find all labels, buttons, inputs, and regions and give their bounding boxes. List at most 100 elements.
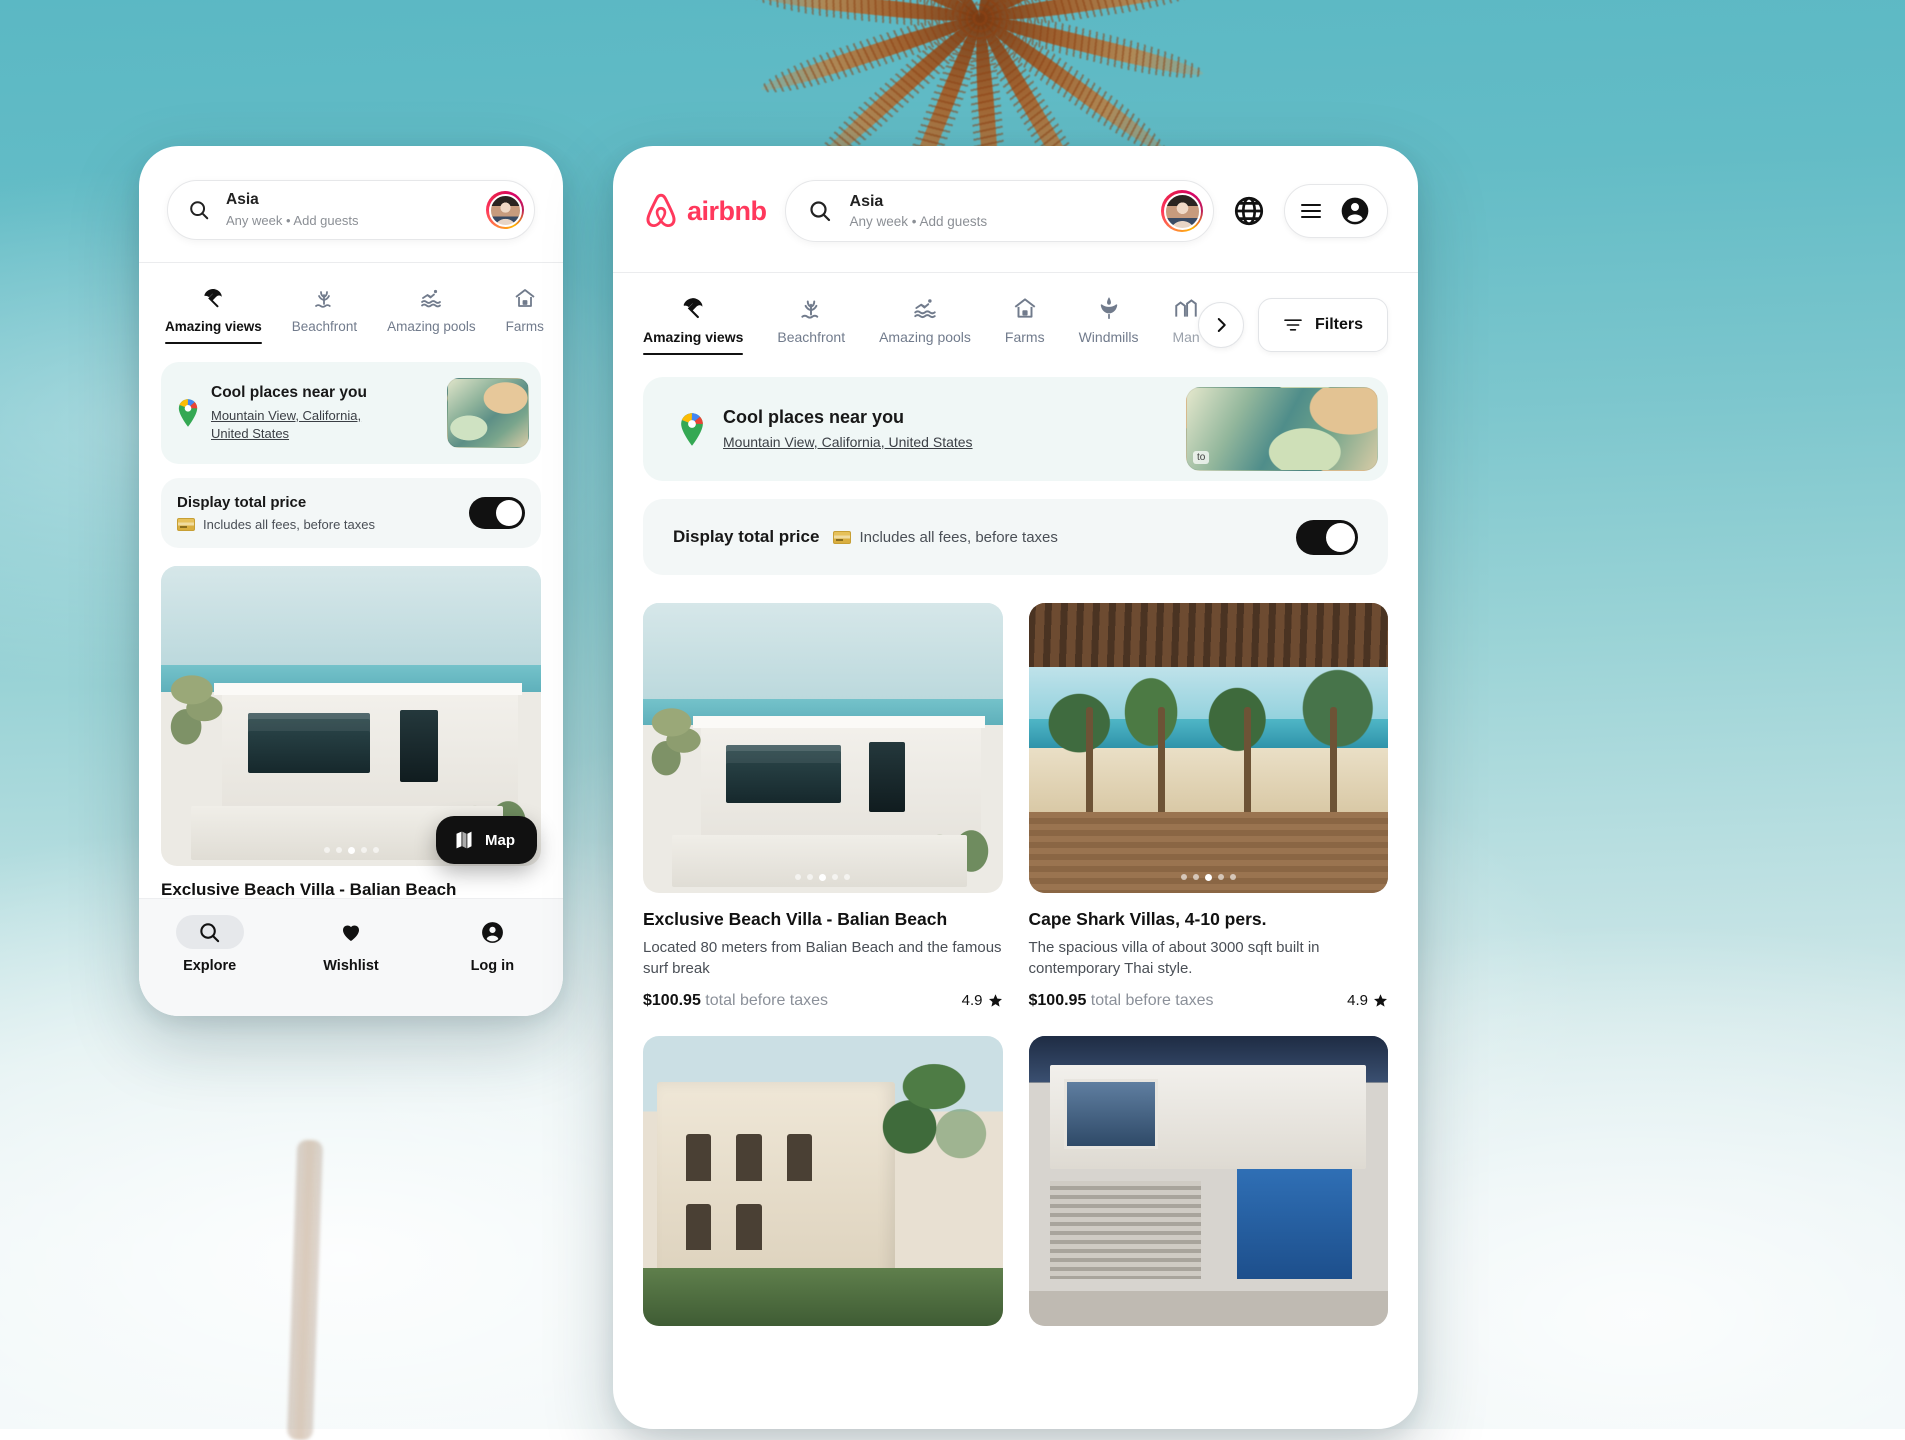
cool-places-location[interactable]: Mountain View, California, United States — [723, 433, 1168, 452]
category-tab-amazing-views[interactable]: Amazing views — [165, 285, 262, 344]
next-categories-button[interactable] — [1198, 302, 1244, 348]
display-total-price-card: Display total price Includes all fees, b… — [643, 499, 1388, 575]
listing-card[interactable] — [1029, 1036, 1389, 1326]
category-tab-beachfront[interactable]: Beachfront — [292, 285, 357, 344]
hamburger-icon — [1301, 204, 1321, 218]
listing-title: Exclusive Beach Villa - Balian Beach — [643, 909, 1003, 930]
listing-footer: $100.95 total before taxes 4.9 — [643, 992, 1003, 1010]
desktop-header: airbnb Asia Any week • Add guests — [613, 146, 1418, 272]
mobile-search-bar[interactable]: Asia Any week • Add guests — [167, 180, 535, 240]
globe-icon[interactable] — [1232, 194, 1266, 228]
listing-price: $100.95 total before taxes — [643, 992, 828, 1010]
category-tab-mansions[interactable]: Man — [1172, 295, 1199, 355]
display-total-price-toggle[interactable] — [1296, 520, 1358, 555]
credit-card-icon — [177, 518, 195, 531]
photo-carousel-dots[interactable] — [643, 874, 1003, 881]
search-icon — [176, 915, 244, 949]
star-icon — [988, 993, 1003, 1008]
display-total-price-note: Includes all fees, before taxes — [833, 529, 1057, 546]
airbnb-logo[interactable]: airbnb — [643, 192, 767, 230]
airbnb-logo-icon — [643, 192, 679, 230]
nav-item-login[interactable]: Log in — [432, 915, 552, 974]
category-label: Amazing views — [643, 329, 743, 345]
modern-house-photo[interactable] — [1029, 1036, 1389, 1326]
category-label: Farms — [506, 319, 544, 334]
cool-places-card[interactable]: Cool places near you Mountain View, Cali… — [643, 377, 1388, 481]
avatar-image — [1164, 193, 1201, 230]
mobile-bottom-nav[interactable]: Explore Wishlist Log in — [139, 898, 563, 1016]
nav-label: Log in — [432, 958, 552, 974]
listing-footer: $100.95 total before taxes 4.9 — [1029, 992, 1389, 1010]
filter-icon — [1283, 317, 1303, 333]
mobile-header: Asia Any week • Add guests — [139, 146, 563, 262]
category-label: Farms — [1005, 329, 1045, 345]
category-tab-amazing-pools[interactable]: Amazing pools — [387, 285, 476, 344]
map-thumbnail-label: to — [1193, 451, 1209, 464]
listing-card[interactable] — [643, 1036, 1003, 1326]
chevron-right-icon — [1212, 316, 1230, 334]
cape-shark-villas-photo[interactable] — [1029, 603, 1389, 893]
map-button[interactable]: Map — [436, 816, 537, 864]
mobile-category-tabs[interactable]: Amazing views Beachfront Amazing pools F… — [139, 263, 563, 344]
cool-places-location[interactable]: Mountain View, California,United States — [211, 407, 435, 443]
display-total-price-toggle[interactable] — [469, 497, 525, 529]
search-icon — [808, 199, 832, 223]
desktop-device-mockup: airbnb Asia Any week • Add guests — [613, 146, 1418, 1429]
desktop-category-tabs[interactable]: Amazing views Beachfront Amazing pools F… — [643, 295, 1228, 355]
desktop-search-bar[interactable]: Asia Any week • Add guests — [785, 180, 1214, 242]
cool-places-title: Cool places near you — [211, 383, 435, 402]
category-tab-windmills[interactable]: Windmills — [1079, 295, 1139, 355]
category-label: Beachfront — [292, 319, 357, 334]
photo-carousel-dots[interactable] — [1029, 874, 1389, 881]
nav-item-explore[interactable]: Explore — [150, 915, 270, 974]
category-label: Amazing pools — [879, 329, 971, 345]
nav-item-wishlist[interactable]: Wishlist — [291, 915, 411, 974]
category-label: Beachfront — [777, 329, 845, 345]
category-tab-amazing-views[interactable]: Amazing views — [643, 295, 743, 355]
desktop-content: Cool places near you Mountain View, Cali… — [613, 355, 1418, 1326]
map-icon — [454, 830, 474, 850]
category-tab-beachfront[interactable]: Beachfront — [777, 295, 845, 355]
nav-label: Wishlist — [291, 958, 411, 974]
beach-villa-photo[interactable] — [643, 603, 1003, 893]
user-menu-button[interactable] — [1284, 184, 1388, 238]
mobile-listing-card[interactable]: Exclusive Beach Villa - Balian Beach Loc… — [161, 566, 541, 947]
listing-card[interactable]: Exclusive Beach Villa - Balian Beach Loc… — [643, 603, 1003, 1010]
google-maps-pin-icon — [679, 413, 705, 446]
palm-trunk — [287, 1140, 323, 1440]
mansion-photo[interactable] — [643, 1036, 1003, 1326]
listing-description: Located 80 meters from Balian Beach and … — [643, 937, 1003, 980]
nav-label: Explore — [150, 958, 270, 974]
category-tab-farms[interactable]: Farms — [1005, 295, 1045, 355]
logo-text: airbnb — [687, 196, 767, 227]
cool-places-card[interactable]: Cool places near you Mountain View, Cali… — [161, 362, 541, 464]
desktop-category-row: Amazing views Beachfront Amazing pools F… — [613, 273, 1418, 355]
filters-label: Filters — [1315, 316, 1363, 334]
heart-icon — [317, 915, 385, 949]
mansion-icon — [1172, 295, 1199, 321]
account-circle-icon — [458, 915, 526, 949]
search-subtitle: Any week • Add guests — [226, 213, 486, 229]
beach-umbrella-icon — [165, 285, 262, 311]
toggle-knob — [496, 500, 522, 526]
listing-price: $100.95 total before taxes — [1029, 992, 1214, 1010]
display-total-price-note: Includes all fees, before taxes — [177, 517, 457, 532]
search-icon — [188, 199, 210, 221]
avatar[interactable] — [1161, 190, 1203, 232]
filters-button[interactable]: Filters — [1258, 298, 1388, 352]
user-circle-icon — [1339, 195, 1371, 227]
swimmer-icon — [387, 285, 476, 311]
avatar[interactable] — [486, 191, 524, 229]
google-maps-pin-icon — [177, 399, 199, 427]
map-thumbnail[interactable] — [447, 378, 529, 448]
category-label: Amazing views — [165, 319, 262, 334]
map-thumbnail[interactable]: to — [1186, 387, 1378, 471]
category-label: Man — [1172, 329, 1199, 345]
category-label: Amazing pools — [387, 319, 476, 334]
barn-icon — [506, 285, 544, 311]
listing-rating: 4.9 — [1347, 992, 1388, 1009]
category-tab-amazing-pools[interactable]: Amazing pools — [879, 295, 971, 355]
listing-card[interactable]: Cape Shark Villas, 4-10 pers. The spacio… — [1029, 603, 1389, 1010]
windmill-icon — [1079, 295, 1139, 321]
category-tab-farms[interactable]: Farms — [506, 285, 544, 344]
